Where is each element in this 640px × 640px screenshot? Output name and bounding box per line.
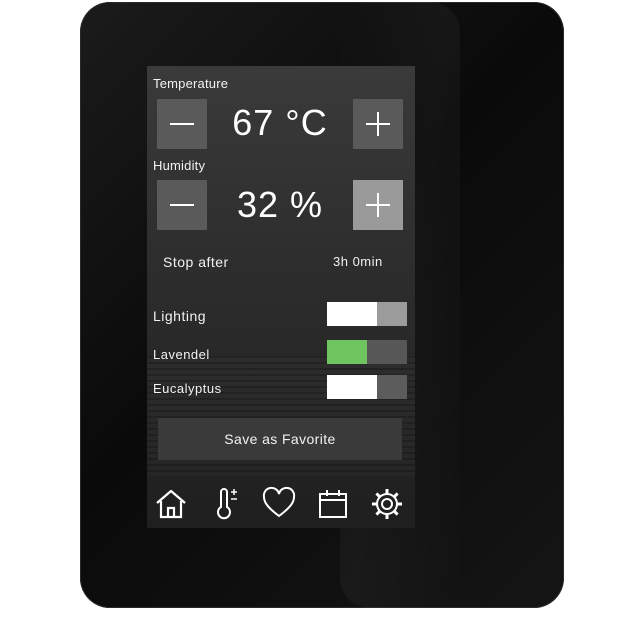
gear-icon [372, 489, 402, 519]
eucalyptus-toggle[interactable] [327, 375, 407, 399]
nav-climate[interactable] [207, 486, 243, 522]
toggle-track [377, 302, 407, 326]
nav-settings[interactable] [369, 486, 405, 522]
thermometer-icon [217, 488, 237, 520]
nav-home[interactable] [153, 486, 189, 522]
bottom-nav [147, 478, 415, 528]
plus-icon [366, 193, 390, 217]
toggle-knob [327, 375, 377, 399]
toggle-knob [327, 340, 367, 364]
humidity-label: Humidity [153, 158, 206, 173]
plus-icon [366, 112, 390, 136]
home-icon [156, 489, 186, 519]
nav-favorites[interactable] [261, 486, 297, 522]
lavendel-label: Lavendel [153, 347, 210, 362]
temperature-value: 67 °C [232, 102, 328, 143]
nav-schedule[interactable] [315, 486, 351, 522]
calendar-icon [319, 490, 347, 518]
stop-after-label: Stop after [163, 254, 229, 270]
save-favorite-button[interactable]: Save as Favorite [158, 418, 402, 460]
heart-icon [262, 486, 296, 518]
temperature-label: Temperature [153, 76, 229, 91]
minus-icon [170, 123, 194, 125]
stop-after-value[interactable]: 3h 0min [333, 254, 383, 269]
toggle-track [367, 340, 407, 364]
eucalyptus-label: Eucalyptus [153, 381, 222, 396]
minus-icon [170, 204, 194, 206]
toggle-track [377, 375, 407, 399]
humidity-increase-button[interactable] [353, 180, 403, 230]
temperature-increase-button[interactable] [353, 99, 403, 149]
lighting-toggle[interactable] [327, 302, 407, 326]
humidity-value: 32 % [236, 184, 324, 225]
temperature-decrease-button[interactable] [157, 99, 207, 149]
touch-screen: Temperature 67 °C Humidity 32 % Stop aft… [147, 66, 415, 528]
lighting-label: Lighting [153, 308, 207, 324]
humidity-decrease-button[interactable] [157, 180, 207, 230]
toggle-knob [327, 302, 377, 326]
lavendel-toggle[interactable] [327, 340, 407, 364]
